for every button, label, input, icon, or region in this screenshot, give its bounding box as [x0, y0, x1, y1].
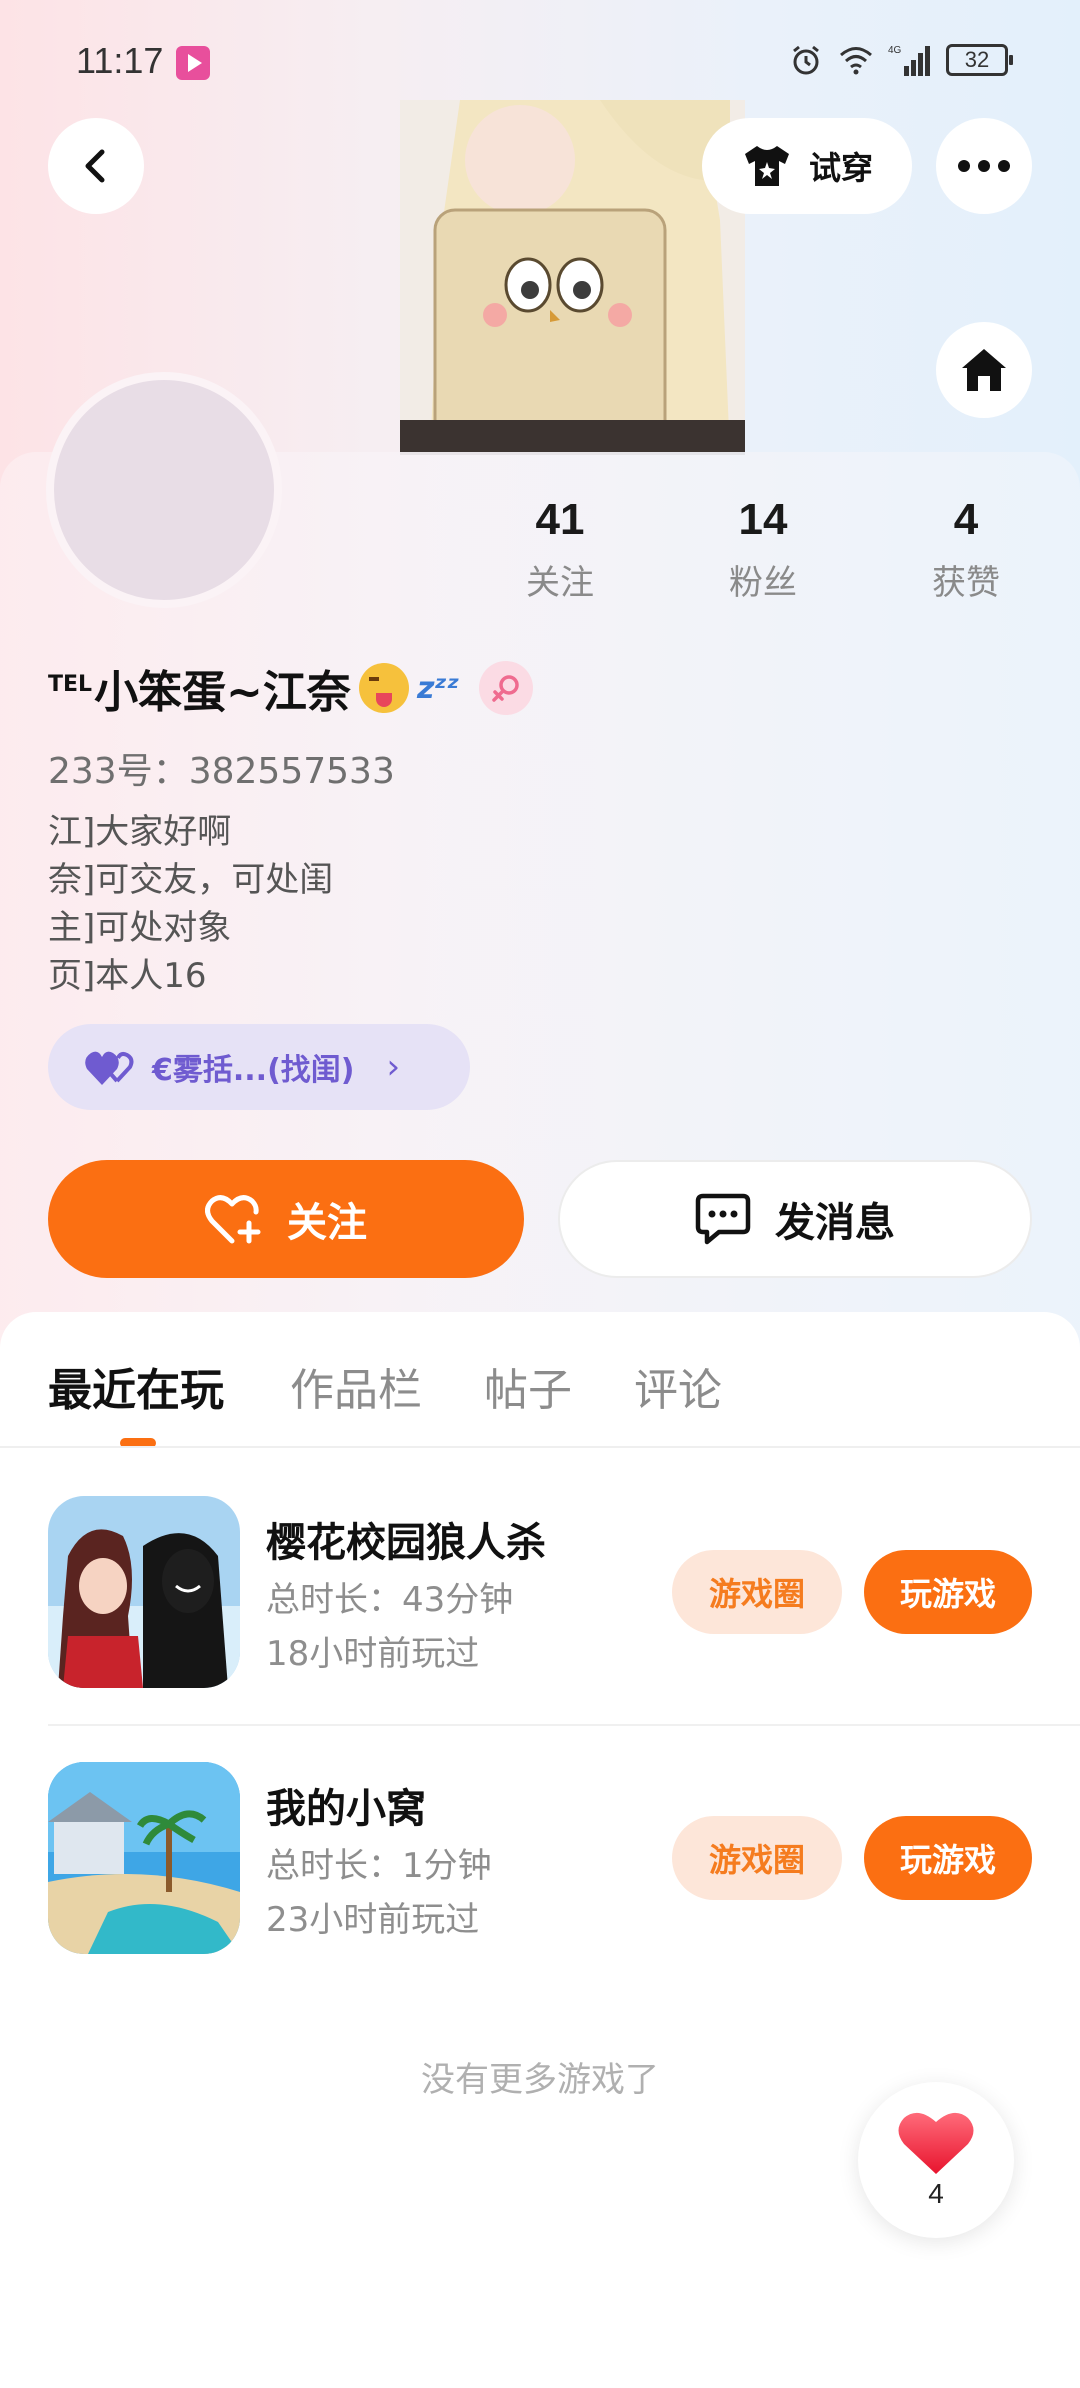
group-label: €雾括...(找闺)	[152, 1053, 355, 1088]
game-title: 樱花校园狼人杀	[266, 1520, 546, 1566]
heart-plus-icon	[205, 1195, 261, 1244]
followers-count: 14	[738, 495, 788, 544]
game-title: 我的小窝	[266, 1786, 426, 1832]
profile-stats: 41 关注 14 粉丝 4 获赞	[480, 495, 1040, 615]
wifi-icon	[840, 47, 872, 75]
username-prefix: TEL	[48, 672, 93, 698]
game-last-played: 18小时前玩过	[266, 1634, 480, 1674]
username-text: 小笨蛋~江奈	[94, 667, 351, 718]
follow-button[interactable]: 关注	[48, 1160, 524, 1278]
bio-line: 奈]可交友，可处闺	[48, 860, 334, 900]
more-button[interactable]	[936, 118, 1032, 214]
more-dots-icon	[958, 160, 1010, 172]
female-gender-icon	[479, 661, 534, 715]
play-game-button[interactable]: 玩游戏	[864, 1816, 1032, 1900]
cellular-signal-icon: 4G	[888, 45, 930, 76]
follow-label: 关注	[287, 1200, 367, 1246]
tongue-emoji-icon	[358, 663, 409, 713]
following-count: 41	[535, 495, 585, 544]
game-icon[interactable]	[48, 1762, 240, 1954]
heart-icon	[898, 2112, 974, 2174]
avatar[interactable]	[46, 372, 282, 608]
likes-label: 获赞	[932, 563, 1000, 603]
game-list-item[interactable]: 我的小窝 总时长：1分钟 23小时前玩过 游戏圈 玩游戏	[48, 1762, 1080, 1954]
game-duration: 总时长：43分钟	[266, 1580, 514, 1620]
tab-posts[interactable]: 帖子	[484, 1354, 572, 1418]
tab-works[interactable]: 作品栏	[290, 1354, 422, 1418]
profile-banner-image	[400, 100, 745, 455]
try-on-button[interactable]: 试穿	[702, 118, 912, 214]
likes-count: 4	[953, 495, 979, 544]
home-button[interactable]	[936, 322, 1032, 418]
followers-label: 粉丝	[729, 563, 797, 603]
sleeping-zzz-icon: zᶻᶻ	[416, 670, 460, 706]
shirt-icon	[744, 146, 789, 186]
game-duration: 总时长：1分钟	[266, 1846, 492, 1886]
stat-likes[interactable]: 4 获赞	[886, 495, 1046, 604]
send-message-label: 发消息	[775, 1200, 895, 1246]
game-circle-button[interactable]: 游戏圈	[672, 1816, 842, 1900]
network-type: 4G	[888, 45, 902, 56]
bio-line: 江]大家好啊	[48, 812, 232, 852]
back-button[interactable]	[48, 118, 144, 214]
following-label: 关注	[526, 563, 594, 603]
tab-bar: 最近在玩 作品栏 帖子 评论	[0, 1312, 1080, 1448]
hearts-icon	[85, 1051, 134, 1085]
tab-recently-played[interactable]: 最近在玩	[48, 1354, 224, 1418]
group-badge[interactable]: €雾括...(找闺) ›	[48, 1024, 470, 1110]
video-app-icon	[176, 46, 210, 80]
chevron-right-icon: ›	[386, 1047, 401, 1087]
game-last-played: 23小时前玩过	[266, 1900, 480, 1940]
status-icons: 4G 32	[788, 42, 1013, 78]
chat-bubble-icon	[695, 1193, 751, 1245]
send-message-button[interactable]: 发消息	[558, 1160, 1032, 1278]
bio: 江]大家好啊 奈]可交友，可处闺 主]可处对象 页]本人16	[48, 808, 333, 1000]
status-time: 11:17	[76, 40, 164, 81]
stat-followers[interactable]: 14 粉丝	[683, 495, 843, 604]
chevron-left-icon	[85, 149, 105, 183]
battery-indicator: 32	[946, 44, 1013, 76]
alarm-icon	[793, 45, 819, 75]
stat-following[interactable]: 41 关注	[480, 495, 640, 604]
username-row: TEL小笨蛋~江奈 zᶻᶻ	[48, 656, 534, 720]
like-count: 4	[928, 2178, 944, 2209]
tabs-divider	[0, 1446, 1080, 1448]
like-floating-button[interactable]: 4	[858, 2082, 1014, 2238]
game-icon[interactable]	[48, 1496, 240, 1688]
game-list-item[interactable]: 樱花校园狼人杀 总时长：43分钟 18小时前玩过 游戏圈 玩游戏	[48, 1496, 1080, 1688]
username: TEL小笨蛋~江奈	[48, 656, 351, 720]
bio-line: 页]本人16	[48, 956, 207, 996]
try-on-label: 试穿	[808, 149, 873, 187]
tab-comments[interactable]: 评论	[634, 1354, 722, 1418]
bio-line: 主]可处对象	[48, 908, 232, 948]
game-circle-button[interactable]: 游戏圈	[672, 1550, 842, 1634]
row-divider	[48, 1724, 1080, 1726]
play-game-button[interactable]: 玩游戏	[864, 1550, 1032, 1634]
home-icon	[962, 349, 1006, 391]
user-id: 233号：382557533	[48, 751, 395, 792]
